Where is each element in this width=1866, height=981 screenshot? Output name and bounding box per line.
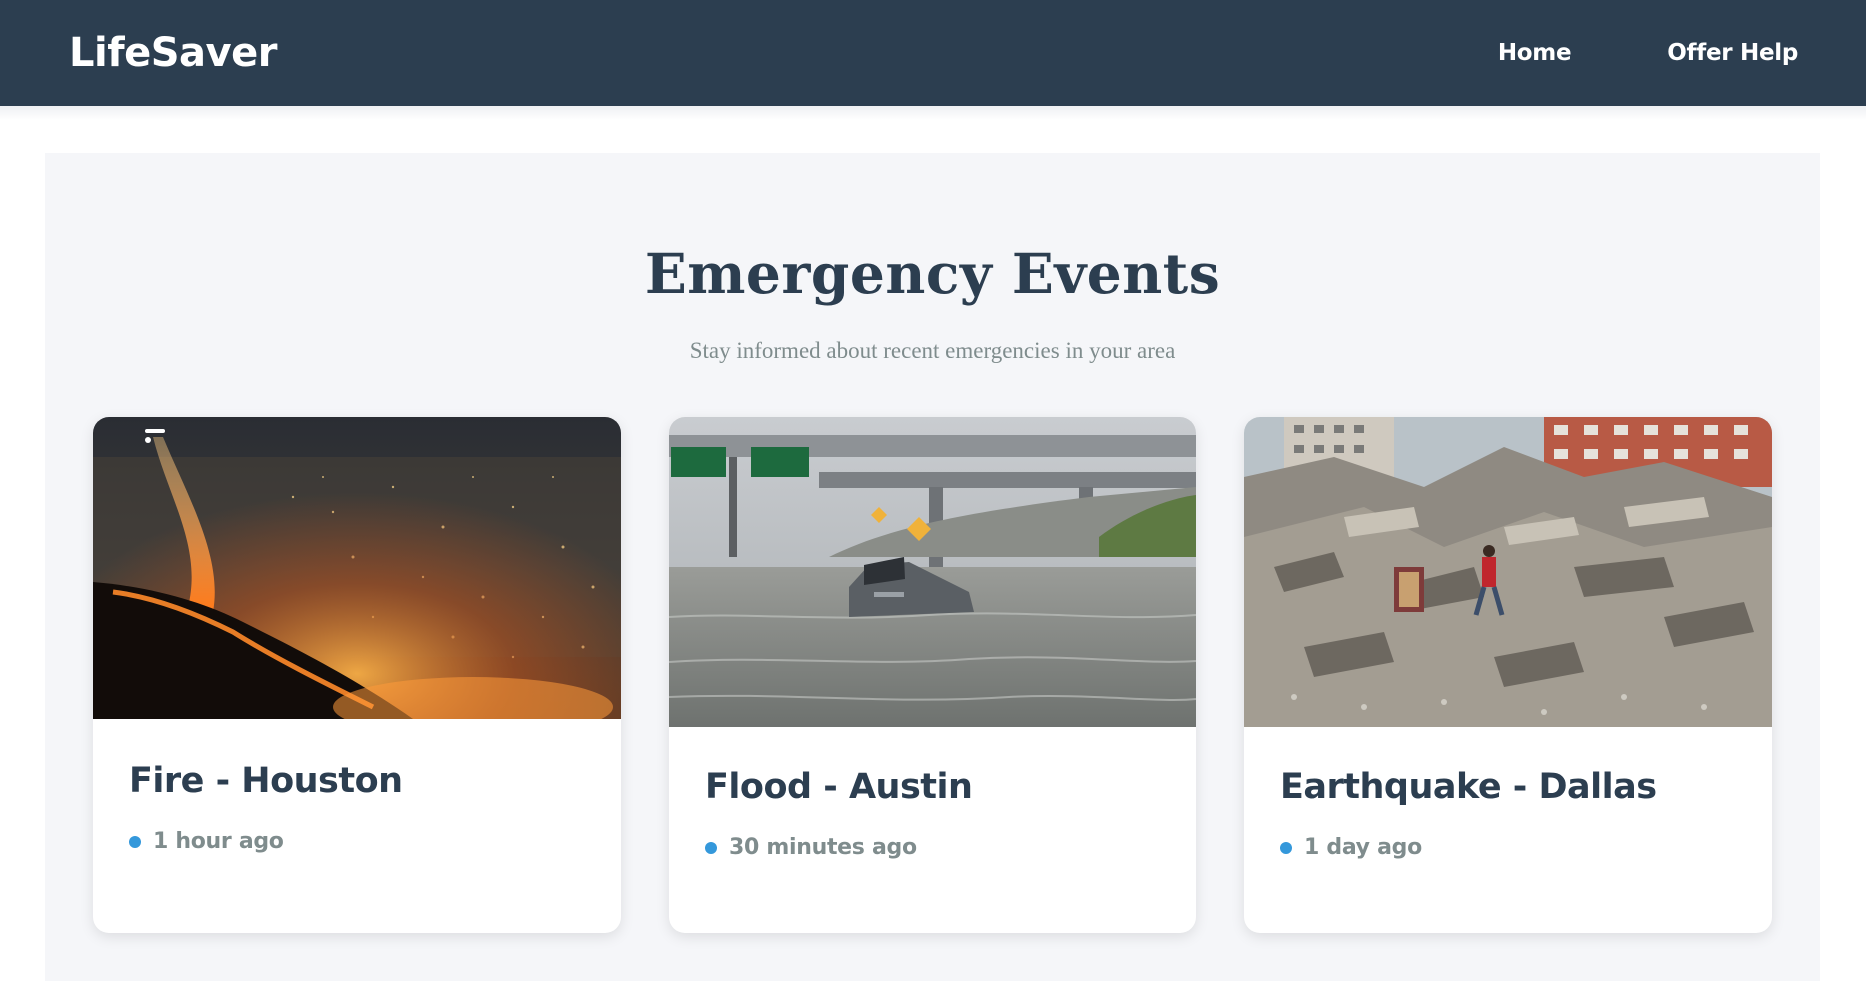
event-card-fire[interactable]: Fire - Houston 1 hour ago	[93, 417, 621, 933]
top-navbar: LifeSaver Home Offer Help	[0, 0, 1866, 106]
event-time-label: 1 day ago	[1304, 835, 1422, 860]
section-title: Emergency Events	[644, 241, 1221, 306]
emergency-events-section: Emergency Events Stay informed about rec…	[45, 153, 1820, 981]
nav-link-offer-help[interactable]: Offer Help	[1667, 40, 1798, 66]
event-time: 30 minutes ago	[705, 835, 917, 860]
event-time-label: 1 hour ago	[153, 829, 284, 854]
event-title: Earthquake - Dallas	[1280, 767, 1657, 807]
status-dot-icon	[1280, 841, 1292, 854]
event-time: 1 hour ago	[129, 829, 284, 854]
event-card-earthquake[interactable]: Earthquake - Dallas 1 day ago	[1244, 417, 1772, 933]
event-time-label: 30 minutes ago	[729, 835, 917, 860]
event-title: Fire - Houston	[129, 761, 403, 801]
nav-links: Home Offer Help	[1498, 40, 1798, 66]
collapsed-building-photo	[1244, 417, 1772, 727]
event-time: 1 day ago	[1280, 835, 1422, 860]
event-title: Flood - Austin	[705, 767, 973, 807]
flooded-highway-photo	[669, 417, 1196, 727]
status-dot-icon	[129, 835, 141, 848]
navbar-shadow	[0, 106, 1866, 120]
status-dot-icon	[705, 841, 717, 854]
brand-logo[interactable]: LifeSaver	[69, 30, 277, 76]
wildfire-photo	[93, 417, 621, 719]
event-card-flood[interactable]: Flood - Austin 30 minutes ago	[669, 417, 1196, 933]
nav-link-home[interactable]: Home	[1498, 40, 1572, 66]
section-subtitle: Stay informed about recent emergencies i…	[689, 338, 1176, 363]
